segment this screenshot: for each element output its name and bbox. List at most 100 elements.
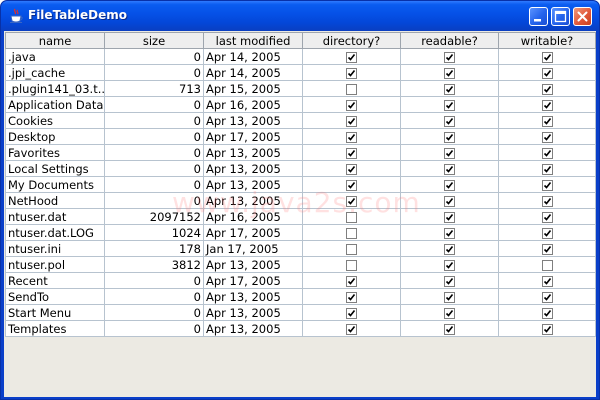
cell-name[interactable]: Recent bbox=[5, 272, 105, 289]
readable-checkbox[interactable] bbox=[444, 227, 455, 239]
writable-checkbox[interactable] bbox=[541, 211, 553, 223]
writable-checkbox[interactable] bbox=[541, 67, 553, 79]
writable-checkbox[interactable] bbox=[541, 227, 553, 239]
cell-readable[interactable] bbox=[400, 160, 499, 177]
cell-writable[interactable] bbox=[498, 192, 596, 209]
table-row[interactable]: ntuser.pol 3812 Apr 13, 2005 bbox=[5, 256, 596, 273]
cell-name[interactable]: Application Data bbox=[5, 96, 105, 113]
cell-last-modified[interactable]: Apr 17, 2005 bbox=[203, 224, 303, 241]
cell-writable[interactable] bbox=[498, 160, 596, 177]
file-table[interactable]: name size last modified directory? readable?… bbox=[5, 32, 596, 337]
cell-name[interactable]: ntuser.dat bbox=[5, 208, 105, 225]
readable-checkbox[interactable] bbox=[444, 211, 455, 223]
cell-directory[interactable] bbox=[302, 208, 401, 225]
table-row[interactable]: Start Menu 0 Apr 13, 2005 bbox=[5, 304, 596, 321]
cell-writable[interactable] bbox=[498, 208, 596, 225]
writable-checkbox[interactable] bbox=[541, 179, 553, 191]
directory-checkbox[interactable] bbox=[346, 115, 357, 127]
cell-directory[interactable] bbox=[302, 144, 401, 161]
cell-directory[interactable] bbox=[302, 224, 401, 241]
cell-size[interactable]: 713 bbox=[104, 80, 204, 97]
cell-last-modified[interactable]: Apr 17, 2005 bbox=[203, 128, 303, 145]
directory-checkbox[interactable] bbox=[346, 51, 357, 63]
cell-directory[interactable] bbox=[302, 256, 401, 273]
cell-directory[interactable] bbox=[302, 288, 401, 305]
cell-last-modified[interactable]: Apr 13, 2005 bbox=[203, 192, 303, 209]
cell-readable[interactable] bbox=[400, 224, 499, 241]
readable-checkbox[interactable] bbox=[444, 99, 455, 111]
directory-checkbox[interactable] bbox=[346, 179, 357, 191]
cell-size[interactable]: 0 bbox=[104, 144, 204, 161]
cell-writable[interactable] bbox=[498, 288, 596, 305]
cell-writable[interactable] bbox=[498, 112, 596, 129]
table-row[interactable]: Templates 0 Apr 13, 2005 bbox=[5, 320, 596, 337]
cell-last-modified[interactable]: Apr 13, 2005 bbox=[203, 288, 303, 305]
cell-name[interactable]: ntuser.pol bbox=[5, 256, 105, 273]
readable-checkbox[interactable] bbox=[444, 259, 455, 271]
cell-readable[interactable] bbox=[400, 288, 499, 305]
cell-size[interactable]: 0 bbox=[104, 128, 204, 145]
readable-checkbox[interactable] bbox=[444, 275, 455, 287]
cell-last-modified[interactable]: Jan 17, 2005 bbox=[203, 240, 303, 257]
cell-writable[interactable] bbox=[498, 144, 596, 161]
cell-size[interactable]: 0 bbox=[104, 304, 204, 321]
directory-checkbox[interactable] bbox=[346, 99, 357, 111]
cell-last-modified[interactable]: Apr 16, 2005 bbox=[203, 96, 303, 113]
cell-directory[interactable] bbox=[302, 192, 401, 209]
cell-readable[interactable] bbox=[400, 272, 499, 289]
cell-size[interactable]: 0 bbox=[104, 176, 204, 193]
readable-checkbox[interactable] bbox=[444, 83, 455, 95]
cell-readable[interactable] bbox=[400, 240, 499, 257]
writable-checkbox[interactable] bbox=[541, 51, 553, 63]
directory-checkbox[interactable] bbox=[346, 211, 357, 223]
writable-checkbox[interactable] bbox=[541, 307, 553, 319]
cell-writable[interactable] bbox=[498, 176, 596, 193]
readable-checkbox[interactable] bbox=[444, 323, 455, 335]
cell-name[interactable]: Favorites bbox=[5, 144, 105, 161]
cell-writable[interactable] bbox=[498, 224, 596, 241]
cell-name[interactable]: Cookies bbox=[5, 112, 105, 129]
cell-name[interactable]: SendTo bbox=[5, 288, 105, 305]
cell-size[interactable]: 0 bbox=[104, 112, 204, 129]
cell-readable[interactable] bbox=[400, 144, 499, 161]
cell-name[interactable]: ntuser.ini bbox=[5, 240, 105, 257]
cell-size[interactable]: 0 bbox=[104, 48, 204, 65]
cell-size[interactable]: 0 bbox=[104, 96, 204, 113]
cell-size[interactable]: 3812 bbox=[104, 256, 204, 273]
cell-name[interactable]: Start Menu bbox=[5, 304, 105, 321]
cell-directory[interactable] bbox=[302, 64, 401, 81]
maximize-button[interactable] bbox=[551, 7, 570, 26]
readable-checkbox[interactable] bbox=[444, 51, 455, 63]
cell-directory[interactable] bbox=[302, 48, 401, 65]
cell-last-modified[interactable]: Apr 17, 2005 bbox=[203, 272, 303, 289]
minimize-button[interactable] bbox=[529, 7, 548, 26]
cell-size[interactable]: 0 bbox=[104, 288, 204, 305]
writable-checkbox[interactable] bbox=[541, 131, 553, 143]
table-row[interactable]: NetHood 0 Apr 13, 2005 bbox=[5, 192, 596, 209]
table-row[interactable]: Desktop 0 Apr 17, 2005 bbox=[5, 128, 596, 145]
cell-writable[interactable] bbox=[498, 320, 596, 337]
cell-readable[interactable] bbox=[400, 304, 499, 321]
cell-last-modified[interactable]: Apr 15, 2005 bbox=[203, 80, 303, 97]
directory-checkbox[interactable] bbox=[346, 307, 357, 319]
cell-directory[interactable] bbox=[302, 80, 401, 97]
cell-readable[interactable] bbox=[400, 176, 499, 193]
cell-writable[interactable] bbox=[498, 128, 596, 145]
java-coffee-cup-icon[interactable] bbox=[8, 8, 24, 24]
table-row[interactable]: SendTo 0 Apr 13, 2005 bbox=[5, 288, 596, 305]
cell-writable[interactable] bbox=[498, 96, 596, 113]
cell-last-modified[interactable]: Apr 14, 2005 bbox=[203, 64, 303, 81]
cell-last-modified[interactable]: Apr 14, 2005 bbox=[203, 48, 303, 65]
cell-directory[interactable] bbox=[302, 320, 401, 337]
cell-writable[interactable] bbox=[498, 48, 596, 65]
cell-last-modified[interactable]: Apr 13, 2005 bbox=[203, 176, 303, 193]
close-button[interactable] bbox=[573, 7, 592, 26]
writable-checkbox[interactable] bbox=[541, 83, 553, 95]
table-row[interactable]: .plugin141_03.t... 713 Apr 15, 2005 bbox=[5, 80, 596, 97]
cell-name[interactable]: Desktop bbox=[5, 128, 105, 145]
cell-writable[interactable] bbox=[498, 240, 596, 257]
cell-directory[interactable] bbox=[302, 112, 401, 129]
cell-name[interactable]: .jpi_cache bbox=[5, 64, 105, 81]
directory-checkbox[interactable] bbox=[346, 67, 357, 79]
cell-name[interactable]: NetHood bbox=[5, 192, 105, 209]
